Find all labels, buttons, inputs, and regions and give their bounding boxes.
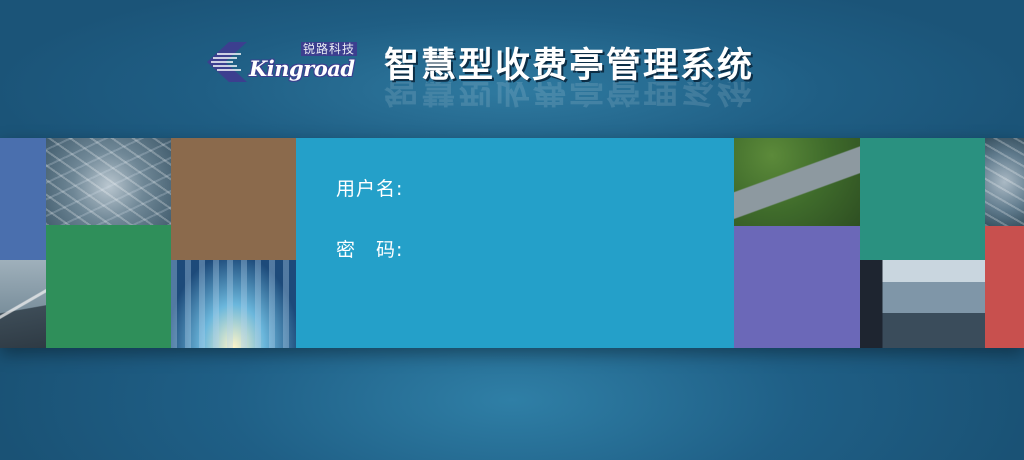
mountain-highway-photo bbox=[734, 138, 860, 226]
password-label: 密 码: bbox=[336, 239, 404, 261]
tile-green bbox=[46, 225, 171, 348]
highway-photo-small bbox=[985, 138, 1024, 226]
tollbooth-photo bbox=[860, 260, 985, 348]
login-banner: 用户名: 密 码: bbox=[0, 138, 1024, 348]
city-night-photo bbox=[171, 260, 296, 348]
password-input[interactable] bbox=[416, 233, 680, 261]
page-title-reflection: 智慧型收费亭管理系统 bbox=[384, 82, 755, 108]
tile-purple bbox=[734, 226, 860, 348]
tile-blue bbox=[0, 138, 46, 260]
highway-interchange-photo bbox=[46, 138, 171, 225]
logo-chinese-text: 锐路科技 bbox=[301, 42, 358, 56]
kingroad-logo: 锐路科技 Kingroad bbox=[203, 40, 358, 88]
tile-teal bbox=[860, 138, 985, 260]
login-form: 用户名: 密 码: bbox=[296, 138, 734, 348]
logo-english-text: Kingroad bbox=[249, 56, 355, 81]
username-input[interactable] bbox=[416, 172, 680, 200]
username-label: 用户名: bbox=[336, 178, 404, 200]
logo-mark-icon bbox=[207, 42, 247, 82]
tile-brown bbox=[171, 138, 296, 260]
tile-red bbox=[985, 226, 1024, 348]
road-photo bbox=[0, 260, 46, 348]
